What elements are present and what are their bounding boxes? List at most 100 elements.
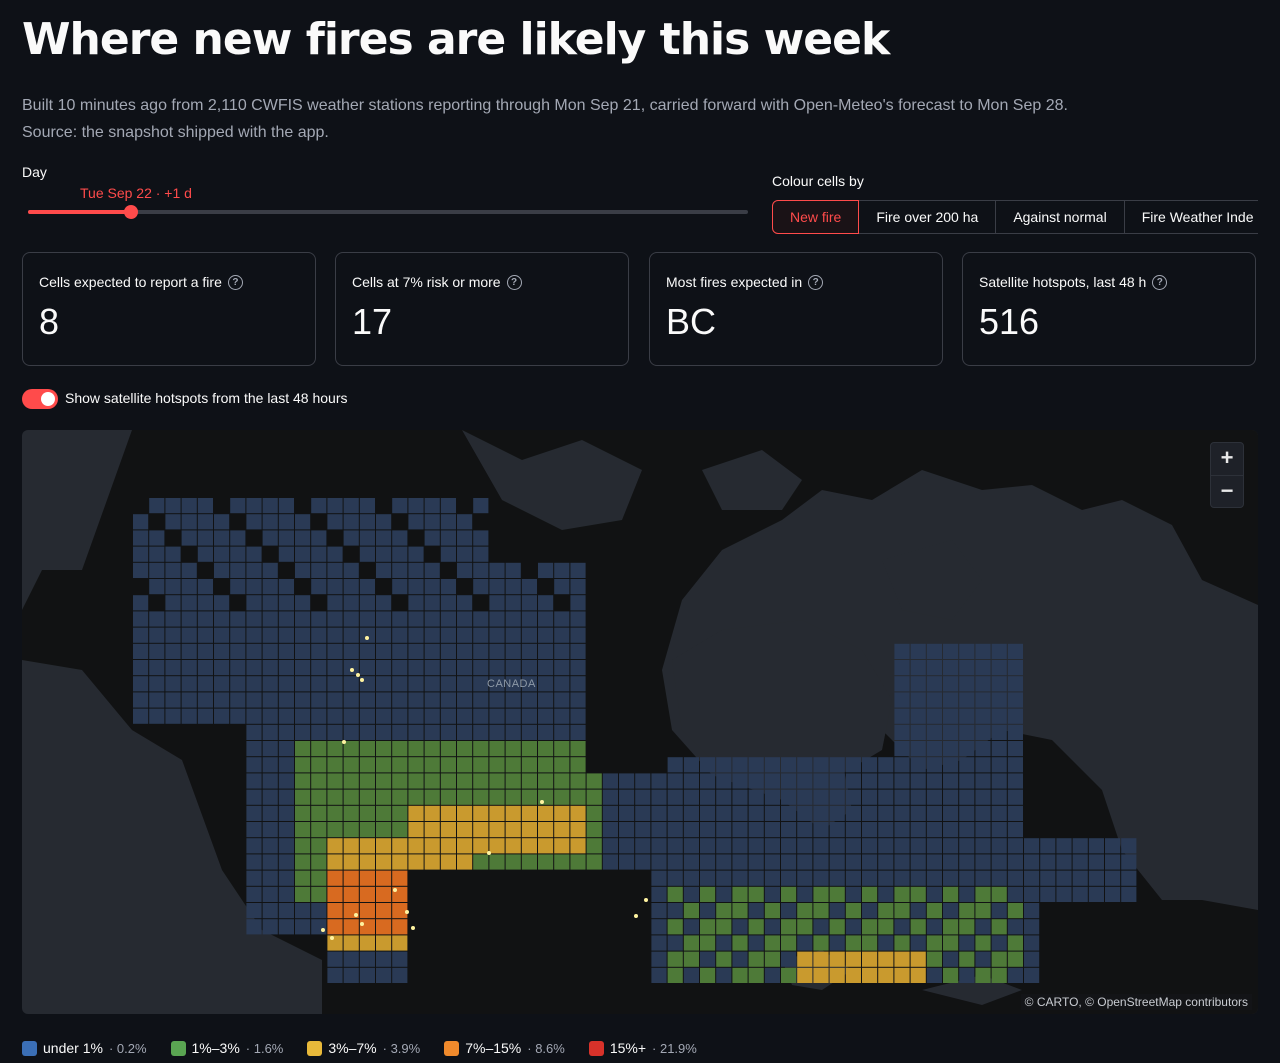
help-icon[interactable]: ? — [227, 274, 243, 290]
risk-cell — [424, 595, 440, 611]
risk-cell — [554, 805, 570, 821]
metric-card-most-fires-in: Most fires expected in ? BC — [649, 252, 943, 366]
risk-cell — [570, 676, 586, 692]
risk-cell — [667, 822, 683, 838]
risk-cell — [926, 773, 942, 789]
risk-cell — [343, 741, 359, 757]
risk-cell — [975, 773, 991, 789]
hotspot-dot — [342, 740, 346, 744]
risk-cell — [716, 854, 732, 870]
risk-cell — [910, 789, 926, 805]
risk-cell — [991, 822, 1007, 838]
risk-cell — [959, 660, 975, 676]
risk-cell — [683, 967, 699, 983]
hotspots-toggle-knob — [41, 392, 55, 406]
risk-cell — [521, 660, 537, 676]
risk-cell — [197, 611, 213, 627]
risk-cell — [991, 789, 1007, 805]
risk-cell — [149, 579, 165, 595]
risk-cell — [327, 514, 343, 530]
map-attribution[interactable]: © CARTO, © OpenStreetMap contributors — [1020, 994, 1252, 1010]
risk-cell — [246, 627, 262, 643]
risk-cell — [732, 822, 748, 838]
risk-cell — [165, 611, 181, 627]
risk-cell — [311, 579, 327, 595]
risk-cell — [359, 870, 375, 886]
zoom-in-button[interactable]: + — [1211, 443, 1243, 475]
metric-label-text: Cells at 7% risk or more — [352, 274, 501, 290]
colour-by-against-normal[interactable]: Against normal — [996, 200, 1125, 234]
help-icon[interactable]: ? — [506, 274, 522, 290]
risk-cell — [376, 741, 392, 757]
risk-cell — [667, 838, 683, 854]
help-icon[interactable]: ? — [808, 274, 824, 290]
risk-cell — [975, 757, 991, 773]
risk-cell — [246, 514, 262, 530]
metric-card-cells-expected: Cells expected to report a fire ? 8 — [22, 252, 316, 366]
risk-cell — [181, 708, 197, 724]
risk-cell — [1056, 854, 1072, 870]
help-icon[interactable]: ? — [1152, 274, 1168, 290]
legend-pct: · 1.6% — [245, 1040, 284, 1056]
risk-cell — [716, 870, 732, 886]
risk-cell — [894, 951, 910, 967]
risk-cell — [586, 838, 602, 854]
risk-cell — [392, 498, 408, 514]
hotspots-toggle[interactable] — [22, 389, 58, 409]
legend-pct: · 0.2% — [108, 1040, 147, 1056]
risk-cell — [781, 886, 797, 902]
risk-cell — [1072, 854, 1088, 870]
zoom-out-button[interactable]: − — [1211, 475, 1243, 508]
colour-by-fire-weather-index[interactable]: Fire Weather Inde — [1124, 200, 1258, 234]
risk-cell — [570, 773, 586, 789]
risk-cell — [408, 741, 424, 757]
risk-cell — [845, 773, 861, 789]
risk-cell — [133, 627, 149, 643]
risk-cell — [538, 627, 554, 643]
risk-cell — [327, 741, 343, 757]
risk-cell — [181, 530, 197, 546]
risk-cell — [959, 773, 975, 789]
risk-cell — [197, 643, 213, 659]
risk-cell — [149, 498, 165, 514]
risk-cell — [440, 757, 456, 773]
risk-cell — [894, 886, 910, 902]
risk-cell — [797, 886, 813, 902]
fire-risk-map[interactable]: CANADA + − © CARTO, © OpenStreetMap cont… — [22, 430, 1258, 1014]
hotspot-dot — [360, 678, 364, 682]
risk-cell — [943, 870, 959, 886]
colour-by-new-fire[interactable]: New fire — [772, 200, 860, 234]
risk-cell — [910, 886, 926, 902]
risk-cell — [991, 660, 1007, 676]
risk-cell — [570, 579, 586, 595]
risk-cell — [473, 562, 489, 578]
risk-cell — [667, 773, 683, 789]
risk-cell — [165, 708, 181, 724]
risk-cell — [473, 546, 489, 562]
risk-cell — [570, 724, 586, 740]
risk-cell — [181, 595, 197, 611]
colour-by-fire-over-200ha[interactable]: Fire over 200 ha — [859, 200, 997, 234]
risk-cell — [181, 692, 197, 708]
risk-cell — [440, 708, 456, 724]
risk-cell — [376, 692, 392, 708]
risk-cell — [311, 773, 327, 789]
risk-cell — [959, 676, 975, 692]
risk-cell — [991, 757, 1007, 773]
day-slider[interactable] — [28, 205, 748, 219]
risk-cell — [651, 805, 667, 821]
day-slider-thumb[interactable] — [123, 205, 138, 219]
risk-cell — [1007, 676, 1023, 692]
risk-cell — [489, 562, 505, 578]
risk-cell — [457, 805, 473, 821]
risk-cell — [262, 870, 278, 886]
risk-cell — [327, 692, 343, 708]
map-canvas[interactable] — [22, 430, 1258, 1014]
risk-cell — [473, 854, 489, 870]
hotspots-toggle-label[interactable]: Show satellite hotspots from the last 48… — [65, 390, 347, 406]
risk-cell — [311, 692, 327, 708]
risk-cell — [1007, 951, 1023, 967]
risk-cell — [295, 708, 311, 724]
risk-cell — [440, 838, 456, 854]
risk-cell — [489, 579, 505, 595]
